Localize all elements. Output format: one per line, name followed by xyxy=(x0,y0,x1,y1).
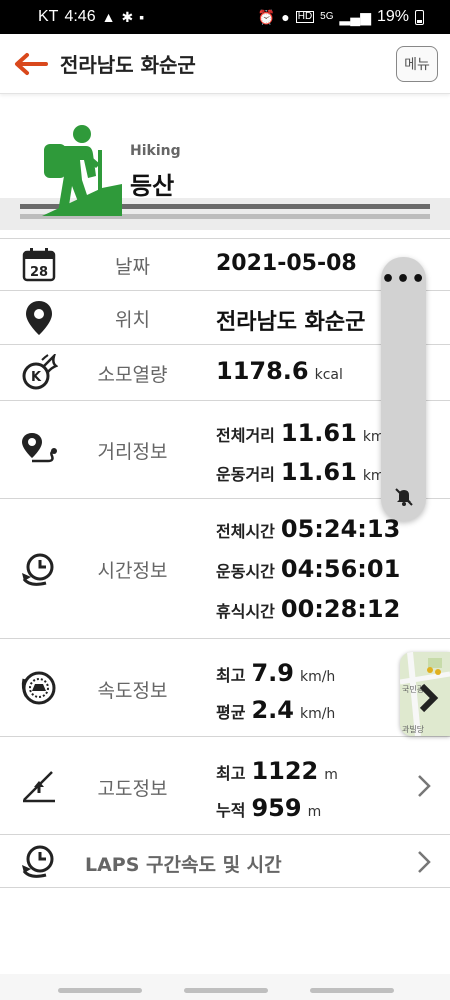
location-icon: ● xyxy=(281,9,290,25)
altitude-max-label: 최고 xyxy=(216,764,246,783)
altitude-max-value: 1122 xyxy=(251,757,319,785)
altitude-cumulative-value: 959 xyxy=(251,794,302,822)
altitude-cumulative: 누적 959 m xyxy=(216,794,321,822)
speed-avg-unit: km/h xyxy=(299,706,336,722)
back-arrow-icon xyxy=(15,52,48,75)
distance-total-value: 11.61 xyxy=(280,419,357,447)
speed-max: 최고 7.9 km/h xyxy=(216,659,335,687)
distance-total: 전체거리 11.61 km xyxy=(216,419,385,447)
battery-percent: 19% xyxy=(376,8,409,25)
location-label: 위치 xyxy=(115,309,150,331)
time-rest-value: 00:28:12 xyxy=(280,595,401,623)
laps-row[interactable]: LAPS 구간속도 및 시간 xyxy=(0,834,450,888)
map-label: 과빌당 xyxy=(402,724,425,734)
activity-header: Hiking 등산 xyxy=(0,94,450,236)
calendar-icon: 28 xyxy=(18,244,60,286)
network-5g-icon: 5G xyxy=(320,11,334,22)
distance-total-label: 전체거리 xyxy=(216,426,275,445)
menu-button[interactable]: 메뉴 xyxy=(396,46,438,82)
clock-icon xyxy=(18,549,60,591)
laps-label: LAPS 구간속도 및 시간 xyxy=(85,854,282,876)
distance-moving: 운동거리 11.61 km xyxy=(216,458,385,486)
settings-gear-icon: ✱ xyxy=(121,9,134,25)
app-bar: 전라남도 화순군 메뉴 xyxy=(0,34,450,94)
speed-avg-value: 2.4 xyxy=(251,696,294,724)
calories-value: 1178.6 xyxy=(216,357,309,385)
speedometer-icon xyxy=(18,667,60,709)
more-options-icon[interactable]: ••• xyxy=(381,269,426,291)
altitude-max-unit: m xyxy=(324,767,338,783)
route-pin-icon xyxy=(18,429,60,471)
carrier-label: KT xyxy=(38,8,59,25)
nav-gesture-indicator[interactable] xyxy=(58,988,142,993)
back-button[interactable] xyxy=(4,34,56,94)
clock: 4:46 xyxy=(64,8,96,25)
time-rest: 휴식시간 00:28:12 xyxy=(216,595,400,623)
message-icon: ▪ xyxy=(139,9,145,25)
altitude-slope-icon xyxy=(18,765,60,807)
location-value: 전라남도 화순군 xyxy=(216,310,366,335)
calories-label: 소모열량 xyxy=(97,364,168,386)
alarm-icon: ⏰ xyxy=(257,9,276,25)
time-rest-label: 휴식시간 xyxy=(216,602,275,621)
speed-max-label: 최고 xyxy=(216,666,246,685)
activity-name: 등산 xyxy=(130,172,175,200)
svg-text:K: K xyxy=(31,370,42,385)
map-preview-icon: 국민광 과빌당 xyxy=(400,652,450,736)
time-moving-value: 04:56:01 xyxy=(280,555,401,583)
hd-icon: HD xyxy=(295,11,315,23)
speed-avg: 평균 2.4 km/h xyxy=(216,696,335,724)
altitude-label: 고도정보 xyxy=(97,778,168,800)
speed-max-unit: km/h xyxy=(299,669,336,685)
activity-name-en: Hiking xyxy=(130,143,181,159)
map-thumbnail[interactable]: 국민광 과빌당 xyxy=(400,652,450,736)
status-bar: KT 4:46 ▲ ✱ ▪ ⏰ ● HD 5G ▂▄▆ 19% xyxy=(0,0,450,34)
calorie-flame-icon: K xyxy=(18,352,60,394)
nav-gesture-indicator[interactable] xyxy=(310,988,394,993)
bottom-navigation-bar xyxy=(0,974,450,1000)
chevron-right-icon xyxy=(418,775,431,797)
time-total-label: 전체시간 xyxy=(216,522,275,541)
warning-icon: ▲ xyxy=(101,9,116,25)
time-moving: 운동시간 04:56:01 xyxy=(216,555,400,583)
altitude-row[interactable]: 고도정보 최고 1122 m 누적 959 m xyxy=(0,736,450,834)
nav-gesture-indicator[interactable] xyxy=(184,988,268,993)
calendar-day: 28 xyxy=(30,265,48,280)
time-total: 전체시간 05:24:13 xyxy=(216,515,400,543)
altitude-max: 최고 1122 m xyxy=(216,757,338,785)
battery-icon xyxy=(415,9,424,25)
distance-moving-label: 운동거리 xyxy=(216,465,275,484)
altitude-cumulative-label: 누적 xyxy=(216,801,246,820)
page-title: 전라남도 화순군 xyxy=(60,53,196,77)
distance-label: 거리정보 xyxy=(97,441,168,463)
speed-avg-label: 평균 xyxy=(216,703,246,722)
time-moving-label: 운동시간 xyxy=(216,562,275,581)
altitude-cumulative-unit: m xyxy=(307,804,322,820)
floating-side-panel[interactable]: ••• xyxy=(381,257,426,521)
date-label: 날짜 xyxy=(115,256,150,278)
calories-unit: kcal xyxy=(314,367,343,383)
chevron-right-icon xyxy=(418,851,431,873)
time-row: 시간정보 전체시간 05:24:13 운동시간 04:56:01 휴식시간 00… xyxy=(0,498,450,638)
time-total-value: 05:24:13 xyxy=(280,515,401,543)
time-label: 시간정보 xyxy=(97,560,168,582)
location-pin-icon xyxy=(18,297,60,339)
speed-label: 속도정보 xyxy=(97,680,168,702)
calories-value-group: 1178.6 kcal xyxy=(216,357,343,385)
laps-clock-icon xyxy=(18,841,60,883)
hiker-icon xyxy=(42,125,122,216)
signal-icon: ▂▄▆ xyxy=(339,9,371,25)
speed-row[interactable]: 속도정보 최고 7.9 km/h 평균 2.4 km/h xyxy=(0,638,450,736)
speed-max-value: 7.9 xyxy=(251,659,294,687)
date-value: 2021-05-08 xyxy=(216,251,357,276)
mute-icon[interactable] xyxy=(394,487,414,507)
distance-moving-value: 11.61 xyxy=(280,458,357,486)
